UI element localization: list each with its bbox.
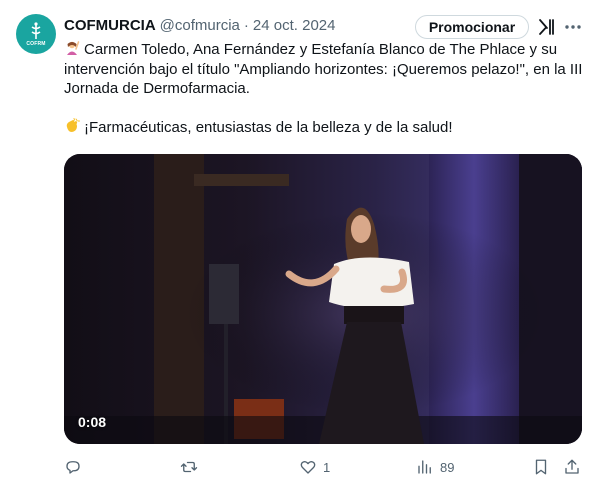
woman-raising-hand-emoji (67, 41, 80, 55)
bookmark-button[interactable] (532, 456, 550, 478)
like-count: 1 (323, 459, 331, 475)
retweet-button[interactable] (180, 456, 204, 478)
tweet[interactable]: COFRM COFMURCIA @cofmurcia · 24 oct. 202… (0, 0, 596, 490)
video-timestamp: 0:08 (78, 414, 107, 430)
tweet-text-line2: ¡Farmacéuticas, entusiastas de la bellez… (84, 118, 453, 136)
like-button[interactable]: 1 (299, 456, 330, 478)
clapping-hands-emoji (66, 117, 80, 132)
reply-icon (66, 461, 80, 474)
promote-button[interactable]: Promocionar (415, 15, 529, 39)
bookmark-icon (535, 459, 547, 475)
separator-dot: · (243, 16, 249, 34)
tweet-header: COFMURCIA @cofmurcia · 24 oct. 2024 (64, 14, 335, 36)
video-frame (64, 154, 582, 444)
avatar-logo-text: COFRM (26, 40, 46, 47)
author-name[interactable]: COFMURCIA (64, 17, 156, 34)
views-count: 89 (440, 459, 455, 475)
more-options-icon[interactable] (563, 17, 583, 37)
share-icon (565, 459, 579, 474)
action-bar: 1 89 (64, 456, 584, 478)
video-player[interactable]: 0:08 (64, 154, 582, 444)
reply-button[interactable] (64, 456, 88, 478)
share-button[interactable] (563, 456, 581, 478)
tweet-date[interactable]: 24 oct. 2024 (253, 17, 336, 34)
author-handle[interactable]: @cofmurcia (160, 17, 240, 34)
avatar[interactable]: COFRM (16, 14, 56, 54)
analytics-icon (418, 460, 431, 474)
tweet-text-line1: Carmen Toledo, Ana Fernández y Estefanía… (64, 41, 583, 97)
retweet-icon (180, 461, 198, 473)
grok-icon[interactable] (537, 17, 557, 37)
tweet-text: Carmen Toledo, Ana Fernández y Estefanía… (64, 40, 584, 137)
heart-icon (300, 460, 316, 474)
views-button[interactable]: 89 (416, 456, 454, 478)
cof-logo-icon (31, 21, 41, 39)
